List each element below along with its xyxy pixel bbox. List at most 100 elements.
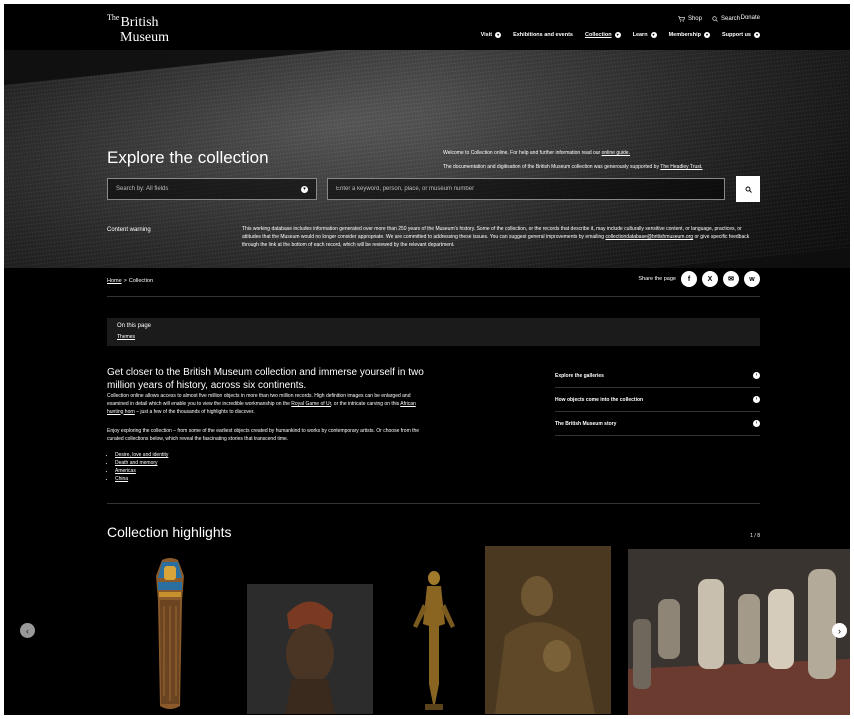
logo-line1: British xyxy=(120,15,159,30)
related-link-label: The British Museum story xyxy=(555,420,617,427)
utility-nav: Shop Search xyxy=(677,16,740,22)
nav-collection-label: Collection xyxy=(584,32,612,38)
nav-visit-label: Visit xyxy=(480,32,493,38)
nav-visit[interactable]: Visit ▾ xyxy=(481,32,502,38)
shop-label: Shop xyxy=(687,16,702,22)
nav-exhibitions[interactable]: Exhibitions and events xyxy=(513,32,573,38)
hero-banner: Explore the collection Welcome to Collec… xyxy=(4,50,850,268)
logo-line2: Museum xyxy=(120,30,169,45)
carousel-next-button[interactable]: › xyxy=(832,623,847,638)
search-link[interactable]: Search xyxy=(712,16,740,22)
theme-link[interactable]: Americas xyxy=(115,468,136,474)
support-line: The documentation and digitisation of th… xyxy=(443,164,763,170)
content-warning-label: Content warning xyxy=(107,227,151,233)
explore-galleries-link[interactable]: Explore the galleries › xyxy=(555,364,760,388)
online-guide-link[interactable]: online guide. xyxy=(602,150,630,156)
related-link-label: How objects come into the collection xyxy=(555,396,644,403)
page: TheBritish Museum Shop Search Donate Vis… xyxy=(4,4,850,715)
p1-post: – just a few of the thousands of highlig… xyxy=(134,408,255,415)
related-links: Explore the galleries › How objects come … xyxy=(555,364,760,436)
search-field-select[interactable]: Search by: All fields ▾ xyxy=(107,178,317,200)
search-label: Search xyxy=(720,16,740,22)
search-icon xyxy=(712,16,718,22)
share-bar: Share the page f X ✉ w xyxy=(638,271,760,287)
carousel-counter: 1 / 8 xyxy=(750,533,760,539)
site-header: TheBritish Museum Shop Search Donate Vis… xyxy=(4,4,850,50)
british-museum-logo[interactable]: TheBritish Museum xyxy=(107,14,177,45)
mummy-case-image[interactable] xyxy=(144,556,196,714)
themes-list: Desire, love and identity Death and memo… xyxy=(107,451,168,483)
welcome-pre: Welcome to Collection online. For help a… xyxy=(443,150,602,156)
theme-link[interactable]: China xyxy=(115,476,128,482)
royal-game-of-ur-link[interactable]: Royal Game of Ur xyxy=(291,401,331,407)
keyword-search-input[interactable] xyxy=(327,178,725,200)
themes-anchor-link[interactable]: Themes xyxy=(117,334,135,340)
on-this-page-box: On this page Themes xyxy=(107,318,760,346)
share-label: Share the page xyxy=(638,276,676,282)
chevron-down-icon: ▾ xyxy=(703,32,710,38)
theme-link[interactable]: Desire, love and identity xyxy=(115,452,168,458)
related-link-label: Explore the galleries xyxy=(555,372,604,379)
breadcrumb-separator: > xyxy=(123,278,127,284)
intro-paragraph-2: Enjoy exploring the collection – from so… xyxy=(107,428,420,442)
chevron-down-icon: ▾ xyxy=(614,32,621,38)
lewis-chessmen-image[interactable] xyxy=(628,549,850,715)
list-item: Desire, love and identity xyxy=(115,451,168,459)
search-button[interactable] xyxy=(736,176,760,202)
carousel-prev-button[interactable]: ‹ xyxy=(20,623,35,638)
objects-into-collection-link[interactable]: How objects come into the collection › xyxy=(555,388,760,412)
whatsapp-icon[interactable]: w xyxy=(744,271,760,287)
collection-email-link[interactable]: collectiondatabase@britishmuseum.org xyxy=(605,234,693,240)
chevron-right-icon: › xyxy=(753,372,760,379)
donate-link[interactable]: Donate xyxy=(741,15,760,21)
nav-support[interactable]: Support us ▾ xyxy=(722,32,760,38)
nav-learn[interactable]: Learn ▾ xyxy=(633,32,657,38)
breadcrumb-current: Collection xyxy=(128,278,154,284)
content-warning-text: This working database includes informati… xyxy=(242,226,762,249)
chevron-right-icon: › xyxy=(838,625,841,636)
p1-mid: , or the intricate carving on this xyxy=(331,400,401,407)
shop-link[interactable]: Shop xyxy=(677,16,702,22)
chevron-down-icon: ▾ xyxy=(301,185,308,193)
theme-link[interactable]: Death and memory xyxy=(115,460,158,466)
search-icon xyxy=(745,186,752,193)
breadcrumb: Home > Collection xyxy=(107,278,153,284)
support-pre: The documentation and digitisation of th… xyxy=(443,164,661,170)
bronze-head-graphic xyxy=(247,584,373,714)
nav-exhibitions-label: Exhibitions and events xyxy=(513,32,573,38)
cart-icon xyxy=(677,16,685,22)
main-nav: Visit ▾ Exhibitions and events Collection… xyxy=(481,32,760,38)
nav-learn-label: Learn xyxy=(632,32,648,38)
chevron-down-icon: ▾ xyxy=(650,32,657,38)
nav-membership[interactable]: Membership ▾ xyxy=(669,32,710,38)
mummy-case-graphic xyxy=(156,558,184,709)
breadcrumb-home[interactable]: Home xyxy=(107,278,122,284)
statuette-graphic xyxy=(413,571,455,710)
list-item: Death and memory xyxy=(115,459,168,467)
list-item: Americas xyxy=(115,467,168,475)
donate-label: Donate xyxy=(740,15,760,21)
drawing-graphic xyxy=(485,546,611,714)
x-twitter-icon[interactable]: X xyxy=(702,271,718,287)
welcome-text: Welcome to Collection online. For help a… xyxy=(443,150,763,178)
bronze-head-image[interactable] xyxy=(247,584,373,714)
headley-trust-link[interactable]: The Headley Trust. xyxy=(660,164,702,170)
museum-story-link[interactable]: The British Museum story › xyxy=(555,412,760,436)
facebook-icon[interactable]: f xyxy=(681,271,697,287)
chessmen-graphic xyxy=(628,549,850,715)
page-title: Explore the collection xyxy=(107,148,269,167)
chevron-left-icon: ‹ xyxy=(26,625,29,636)
gold-statuette-image[interactable] xyxy=(399,564,469,714)
intro-heading: Get closer to the British Museum collect… xyxy=(107,367,424,391)
email-icon[interactable]: ✉ xyxy=(723,271,739,287)
highlights-heading: Collection highlights xyxy=(107,524,232,540)
drawing-artwork-image[interactable] xyxy=(485,546,611,714)
nav-membership-label: Membership xyxy=(668,32,701,38)
divider xyxy=(107,503,760,504)
search-field-value: Search by: All fields xyxy=(116,186,169,192)
list-item: China xyxy=(115,475,168,483)
divider xyxy=(107,296,760,297)
chevron-right-icon: › xyxy=(753,420,760,427)
logo-the: The xyxy=(107,13,120,22)
nav-collection[interactable]: Collection ▾ xyxy=(585,32,621,38)
